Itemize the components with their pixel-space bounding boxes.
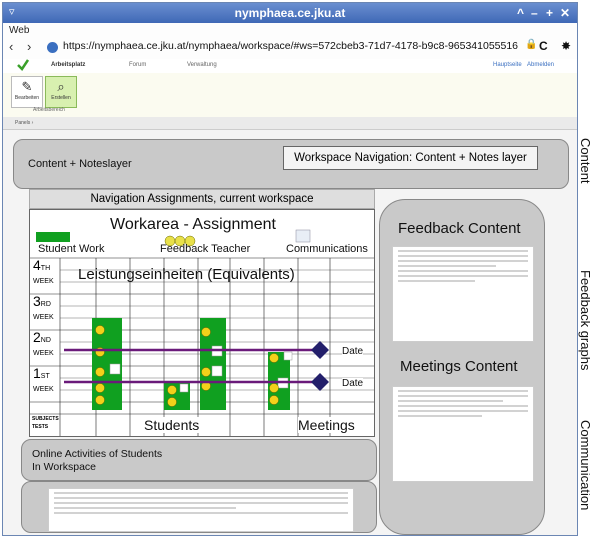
logout-link[interactable]: Abmelden bbox=[527, 62, 554, 68]
settings-icon[interactable]: ✸ bbox=[561, 39, 571, 53]
back-button[interactable]: ‹ bbox=[9, 39, 13, 54]
forward-button[interactable]: › bbox=[27, 39, 31, 54]
ribbon-group-label: Arbeitsbereich bbox=[33, 107, 65, 113]
tab-forum[interactable]: Forum bbox=[129, 62, 146, 68]
legend-student-work: Student Work bbox=[38, 243, 105, 255]
checkmark-logo-icon bbox=[17, 59, 29, 71]
online-activities-panel: Online Activities of Students In Workspa… bbox=[21, 439, 377, 481]
magnifier-icon: ⌕ bbox=[57, 79, 65, 94]
ribbon-toolbar: ✎ Bearbeiten ⌕ Erstellen Arbeitsbereich bbox=[3, 73, 577, 118]
workarea-heading: Leistungseinheiten (Equivalents) bbox=[78, 266, 295, 283]
week-3-label: 3RD WEEK bbox=[33, 293, 54, 321]
meetings-content-title: Meetings Content bbox=[400, 358, 518, 375]
browser-toolbar: Web ‹ › https://nymphaea.ce.jku.at/nymph… bbox=[3, 23, 577, 60]
panel-label: Panels › bbox=[15, 120, 34, 126]
minimize-button[interactable]: – bbox=[531, 6, 538, 20]
create-button-label: Erstellen bbox=[51, 95, 71, 101]
edit-button[interactable]: ✎ Bearbeiten bbox=[11, 76, 43, 108]
subjects-tests-label: SUBJECTS TESTS bbox=[32, 416, 59, 430]
feedback-content-title: Feedback Content bbox=[398, 220, 521, 237]
meetings-label: Meetings bbox=[298, 417, 355, 433]
title-bar: ▿ nymphaea.ce.jku.at ^ – + ✕ bbox=[3, 3, 577, 23]
maximize-button[interactable]: + bbox=[546, 6, 553, 20]
side-label-content: Content bbox=[578, 138, 590, 184]
legend-feedback-teacher: Feedback Teacher bbox=[160, 243, 251, 255]
create-button[interactable]: ⌕ Erstellen bbox=[45, 76, 77, 108]
app-tab-bar: Arbeitsplatz Forum Verwaltung Hauptseite… bbox=[3, 59, 577, 74]
workarea-title: Workarea - Assignment bbox=[110, 216, 276, 233]
close-button[interactable]: ✕ bbox=[560, 6, 570, 20]
home-link[interactable]: Hauptseite bbox=[493, 62, 522, 68]
reload-button[interactable]: C bbox=[539, 39, 548, 53]
week-4-label: 4TH WEEK bbox=[33, 257, 54, 285]
week-2-label: 2ND WEEK bbox=[33, 329, 54, 357]
pencil-icon: ✎ bbox=[21, 79, 33, 94]
browser-window: ▿ nymphaea.ce.jku.at ^ – + ✕ Web ‹ › htt… bbox=[2, 2, 578, 536]
activities-preview-panel bbox=[21, 481, 377, 533]
feedback-meetings-panel: Feedback Content Meetings Content bbox=[379, 199, 545, 535]
date-label-week-1: Date bbox=[342, 378, 364, 389]
globe-icon bbox=[47, 42, 58, 53]
students-label: Students bbox=[144, 417, 200, 433]
tab-verwaltung[interactable]: Verwaltung bbox=[187, 62, 217, 68]
web-menu-label[interactable]: Web bbox=[9, 25, 29, 36]
workarea-assignment: Workarea - Assignment Student Work Feedb… bbox=[29, 209, 375, 437]
date-label-week-2: Date bbox=[342, 346, 364, 357]
navigation-assignments-bar[interactable]: Navigation Assignments, current workspac… bbox=[29, 189, 375, 209]
meetings-content-card[interactable] bbox=[392, 386, 534, 482]
legend-communications: Communications bbox=[286, 243, 368, 255]
side-label-communication: Communication bbox=[578, 420, 590, 511]
feedback-content-card[interactable] bbox=[392, 246, 534, 342]
activities-preview-thumbnail bbox=[48, 488, 354, 532]
edit-button-label: Bearbeiten bbox=[14, 95, 40, 101]
window-title: nymphaea.ce.jku.at bbox=[234, 6, 346, 20]
side-label-feedback: Feedback graphs bbox=[578, 270, 590, 371]
online-activities-line2: In Workspace bbox=[32, 461, 96, 473]
panel-bar[interactable]: Panels › bbox=[3, 117, 577, 130]
content-notes-label: Content + Noteslayer bbox=[28, 158, 132, 170]
window-up-icon[interactable]: ^ bbox=[517, 6, 524, 20]
tab-arbeitsplatz[interactable]: Arbeitsplatz bbox=[51, 62, 85, 68]
week-1-label: 1ST WEEK bbox=[33, 365, 54, 393]
address-bar[interactable]: https://nymphaea.ce.jku.at/nymphaea/work… bbox=[63, 40, 518, 52]
online-activities-line1: Online Activities of Students bbox=[32, 448, 163, 460]
lock-icon: 🔒 bbox=[525, 39, 538, 50]
workspace-nav-label[interactable]: Workspace Navigation: Content + Notes la… bbox=[283, 146, 538, 170]
